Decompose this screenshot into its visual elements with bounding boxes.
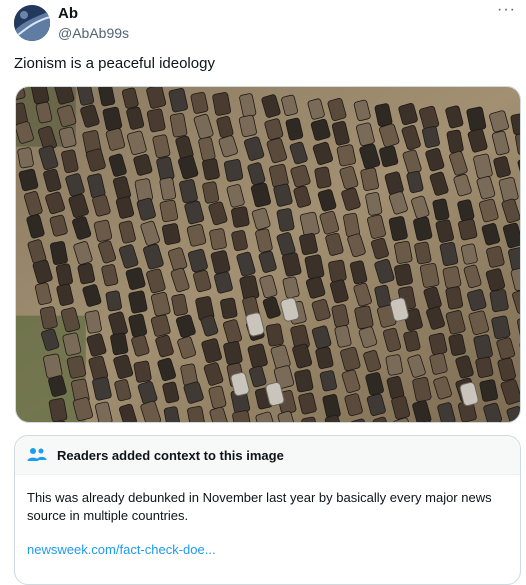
people-icon	[27, 447, 49, 463]
photo-car-shape	[394, 263, 413, 286]
photo-car-shape	[133, 360, 152, 383]
ellipsis-icon: ···	[497, 1, 516, 18]
community-note-body: This was already debunked in November la…	[27, 490, 492, 523]
photo-car-shape	[209, 228, 227, 250]
author-display-name[interactable]: Ab	[58, 5, 78, 22]
photo-car-shape	[328, 259, 347, 283]
tweet-media-photo[interactable]	[15, 86, 521, 423]
photo-car-shape	[385, 354, 404, 376]
photo-car-shape	[220, 297, 238, 319]
photo-car-shape	[159, 199, 179, 223]
tweet-text: Zionism is a peaceful ideology	[14, 55, 215, 72]
photo-car-shape	[336, 144, 356, 167]
community-note-title: Readers added context to this image	[57, 447, 284, 463]
photo-car-shape	[489, 289, 509, 313]
photo-car-shape	[110, 332, 129, 356]
photo-car-shape	[394, 240, 413, 264]
photo-car-shape	[458, 218, 478, 241]
photo-car-shape	[231, 206, 250, 228]
photo-car-shape	[223, 159, 244, 182]
avatar[interactable]	[14, 5, 50, 41]
photo-image	[16, 87, 520, 422]
community-note-source-link[interactable]: newsweek.com/fact-check-doe...	[27, 541, 508, 559]
photo-car-shape	[105, 290, 122, 312]
community-note: Readers added context to this image This…	[14, 435, 521, 585]
author-handle[interactable]: @AbAb99s	[58, 25, 129, 41]
photo-car-shape	[212, 92, 231, 116]
photo-car-shape	[161, 223, 181, 245]
photo-car-shape	[17, 147, 34, 169]
more-options-button[interactable]: ···	[497, 2, 516, 18]
community-note-header: Readers added context to this image	[15, 436, 520, 475]
avatar-image	[14, 5, 50, 41]
